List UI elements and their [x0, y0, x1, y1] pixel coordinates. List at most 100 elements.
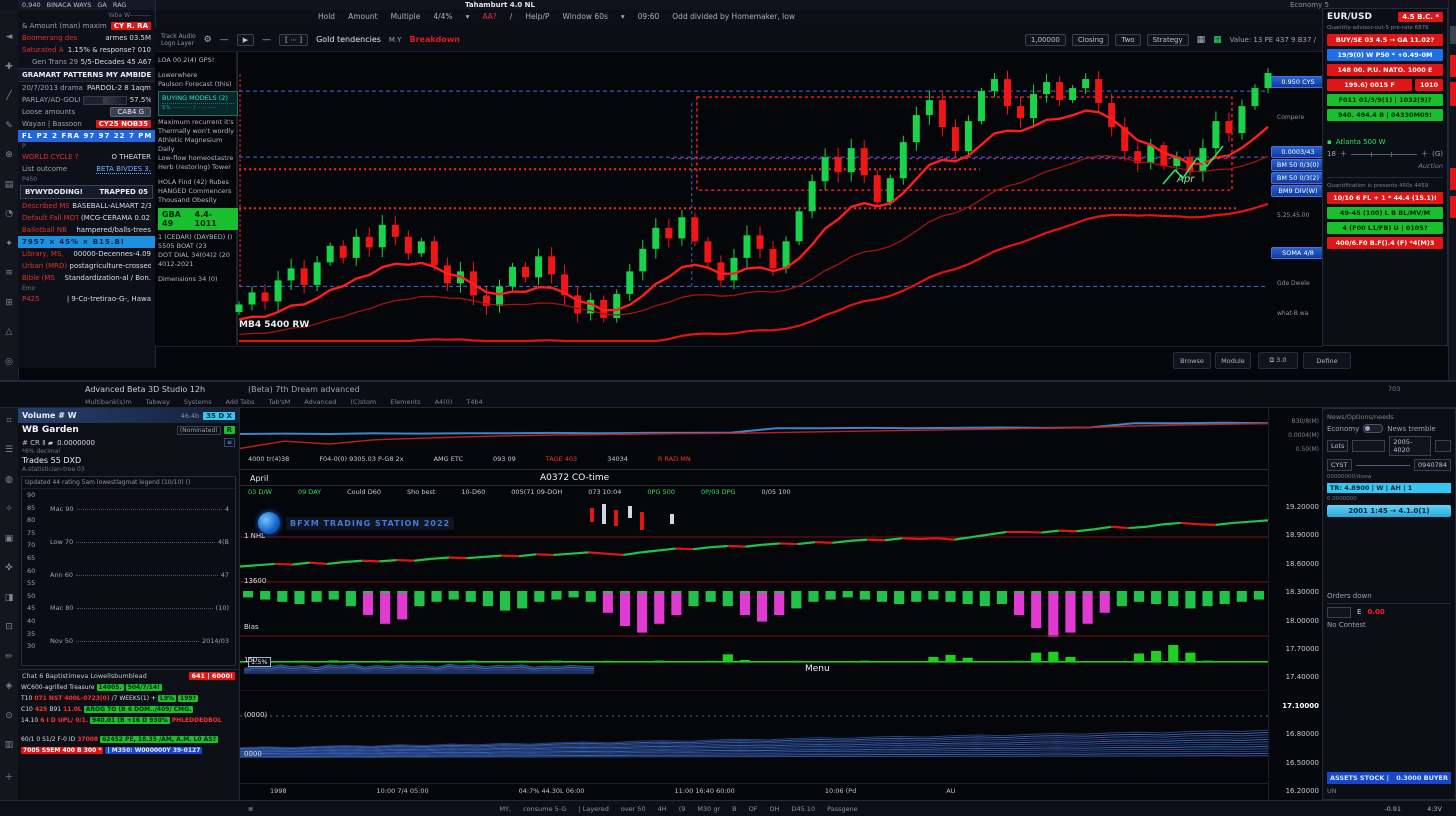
box-icon[interactable]: ⊡ — [0, 622, 18, 632]
oscillator-chart[interactable] — [240, 585, 1268, 643]
band-item-6[interactable]: (C)stom — [350, 398, 376, 406]
menu-mini-icon[interactable]: ≡ — [224, 438, 235, 447]
trade-chip[interactable]: 1010 — [1415, 79, 1443, 91]
market-watch-row[interactable]: P — [18, 142, 155, 151]
menu-item-10[interactable]: 09:60 — [638, 12, 660, 21]
table-row[interactable]: C10425B9111.0LAROG TO (B 6 DOM../409/ CM… — [18, 704, 239, 715]
clock-icon[interactable]: ◔ — [0, 209, 18, 219]
dot-icon[interactable]: ⊙ — [0, 711, 18, 721]
market-watch-row[interactable]: BYWYDODING!TRAPPED 05 — [20, 185, 153, 199]
status-item-10[interactable]: D45.10 — [791, 805, 815, 813]
band-item-3[interactable]: Add Tabs — [225, 398, 254, 406]
status-item-1[interactable]: consume 5-G — [523, 805, 566, 813]
toolbar-box-1[interactable]: Closing — [1072, 34, 1110, 46]
draw-icon[interactable]: ✎ — [0, 121, 18, 131]
hash-icon[interactable]: ⌗ — [0, 416, 18, 426]
tp-row[interactable]: TR: 4.8900 | W | AH | 1 — [1327, 483, 1451, 493]
trade-button[interactable]: 49-45 (100) L B BL/MV/M — [1327, 207, 1443, 219]
menu-item-11[interactable]: Odd divided by Homemaker, low — [672, 12, 795, 21]
chart-footer-button-2[interactable]: ⧉ 3.0 — [1258, 352, 1298, 369]
market-watch-row[interactable]: Boomerang desarmes 03.5M — [18, 32, 155, 44]
mini-button[interactable]: CAB4 G — [110, 107, 151, 117]
triangle-icon[interactable]: △ — [0, 327, 18, 337]
play-button[interactable]: ▶ — [237, 34, 254, 46]
trade-button[interactable]: 400/6.F0 B.F().4 (F) *4(M)3 — [1327, 237, 1443, 249]
table-row[interactable]: WC600-agrilled Treasure14005.504/7/14! — [18, 682, 239, 693]
layers-icon[interactable]: ≣ — [248, 805, 253, 813]
market-watch-row[interactable]: Wayan | BassoonCY25 NOB35 — [18, 118, 155, 130]
ribbon-chart[interactable] — [240, 690, 1268, 780]
chart-footer-button-3[interactable]: Define — [1303, 352, 1351, 369]
price-field[interactable]: 0940784 — [1414, 459, 1451, 471]
split-icon[interactable]: ◨ — [0, 593, 18, 603]
type-field[interactable]: CYST — [1327, 459, 1352, 471]
trade-button[interactable]: BUY/SE 03 4.5 → GA 11.02? — [1327, 34, 1443, 46]
trade-button[interactable]: 19/9(0) W P50 * +0.49-0M — [1327, 49, 1443, 61]
band-item-9[interactable]: T4b4 — [466, 398, 482, 406]
table-row[interactable]: 60/1 0 S1/2 F-0 ID3700862452 PE, 18.35 /… — [18, 734, 239, 745]
row-value[interactable]: BETA BIVDES 3, — [96, 165, 151, 174]
status-item-5[interactable]: (9 — [679, 805, 686, 813]
band-item-2[interactable]: Systems — [184, 398, 212, 406]
price-level-badge[interactable]: 0.0003/43 — [1271, 146, 1325, 158]
trade-button[interactable]: 4 (F00 L1/FB) U | 0105? — [1327, 222, 1443, 234]
market-watch-row[interactable]: Default Fall MOT(MCG-CERAMA 0.02) — [18, 212, 155, 224]
target-icon[interactable]: ◎ — [0, 357, 18, 367]
menu-item-4[interactable]: ▾ — [466, 12, 470, 21]
breakdown-label[interactable]: Breakdown — [409, 35, 460, 44]
status-item-4[interactable]: 4H — [658, 805, 667, 813]
grid-icon[interactable]: ⊞ — [0, 298, 18, 308]
menu-item-1[interactable]: Amount — [348, 12, 377, 21]
market-watch-row[interactable]: FL P2 2 FRA 97 97 22 7 PM — [18, 130, 155, 142]
spread-chart[interactable] — [240, 410, 1268, 454]
trade-button[interactable]: 148 00. P.U. NATO. 1000 E — [1327, 64, 1443, 76]
add-indicator-icon[interactable]: ⊕ — [0, 150, 18, 160]
cross-icon[interactable]: ✜ — [0, 563, 18, 573]
list-icon[interactable]: ☰ — [0, 445, 18, 455]
market-watch-row[interactable]: WORLD CYCLE ?O THEATER — [18, 151, 155, 163]
scroll-thumb[interactable] — [1450, 26, 1456, 44]
news-toggle[interactable] — [1363, 424, 1383, 433]
leverage-slider[interactable]: 18 ＋＋ (G) — [1327, 149, 1443, 159]
status-item-9[interactable]: OH — [769, 805, 779, 813]
toolbar-box-0[interactable]: 1,00000 — [1025, 34, 1066, 46]
gear-icon[interactable]: ⚙ — [204, 35, 212, 45]
price-level-badge[interactable]: BM9 DIV(W) — [1271, 185, 1325, 197]
menu-label[interactable]: Menu — [805, 664, 830, 674]
snapshot-icon[interactable]: ▦ — [1213, 35, 1222, 45]
market-watch-row[interactable]: Ballotball NBhampered/balls-trees — [18, 224, 155, 236]
menu-item-3[interactable]: 4/4% — [433, 12, 452, 21]
status-item-2[interactable]: | Layered — [578, 805, 608, 813]
market-watch-row[interactable]: GRAMART PATTERNSMY AMBIDE — [18, 68, 155, 82]
trade-button[interactable]: F011 01/3/9(1) | 1032(9)? — [1327, 94, 1443, 106]
market-watch-row[interactable]: Gen Trans 295/5-Decades 45 A67 — [18, 56, 155, 68]
market-watch-row[interactable]: Yaba W––––––– — [18, 10, 155, 20]
menu-item-5[interactable]: AA? — [482, 12, 496, 21]
market-watch-row[interactable]: P425| 9-Co-tretirao-G-, Hawa — [18, 293, 155, 305]
table-row[interactable]: 7005 S9EM 400 B 300 *| M350: W000000Y 39… — [18, 745, 239, 756]
market-watch-row[interactable]: 20/7/2013 dramaPARDOL-2 8 1aqm — [18, 82, 155, 94]
lots-field[interactable]: Lots — [1327, 440, 1348, 452]
price-level-badge[interactable]: SOMA 4/8 — [1271, 247, 1325, 259]
market-watch-row[interactable]: Bible (MSStandardization-al / Bon. — [18, 272, 155, 284]
table-row[interactable]: T10071 NST400L-0723(0)/7 WEEKS(1) +L9%19… — [18, 693, 239, 704]
market-watch-row[interactable]: PARLAY/AD-GOLF57.5% — [18, 94, 155, 106]
record-icon[interactable]: ◍ — [0, 475, 18, 485]
trade-button[interactable]: 940. 494.4 B | 04330M09! — [1327, 109, 1443, 121]
market-watch-row[interactable]: 7957 × 45% × B15.B! — [18, 236, 155, 248]
volume-slider[interactable] — [1356, 465, 1411, 466]
place-order-button[interactable]: 2001 1:45 → 4.1.0(1) — [1327, 505, 1451, 517]
volume-chip[interactable]: 35 D X — [203, 412, 235, 420]
sparkle-icon[interactable]: ✧ — [0, 504, 18, 514]
status-item-7[interactable]: B — [732, 805, 736, 813]
market-watch-row[interactable]: Urban (MRD)postagriculture-crossed — [18, 260, 155, 272]
volume-header[interactable]: Volume # W 46.4b 35 D X — [18, 408, 239, 423]
assets-bar[interactable]: ASSETS STOCK | 0.3000 BUYER — [1327, 772, 1451, 784]
menu-item-9[interactable]: ▾ — [621, 12, 625, 21]
trade-button[interactable]: 10/10 6 FL + 1 * 44.4 (15.1)! — [1327, 192, 1443, 204]
menu-item-2[interactable]: Multiple — [391, 12, 421, 21]
status-item-6[interactable]: M30 gr — [697, 805, 720, 813]
market-watch-row[interactable]: Loose amountsCAB4 G — [18, 106, 155, 118]
status-item-0[interactable]: MY, — [499, 805, 511, 813]
menu-item-6[interactable]: / — [510, 12, 513, 21]
